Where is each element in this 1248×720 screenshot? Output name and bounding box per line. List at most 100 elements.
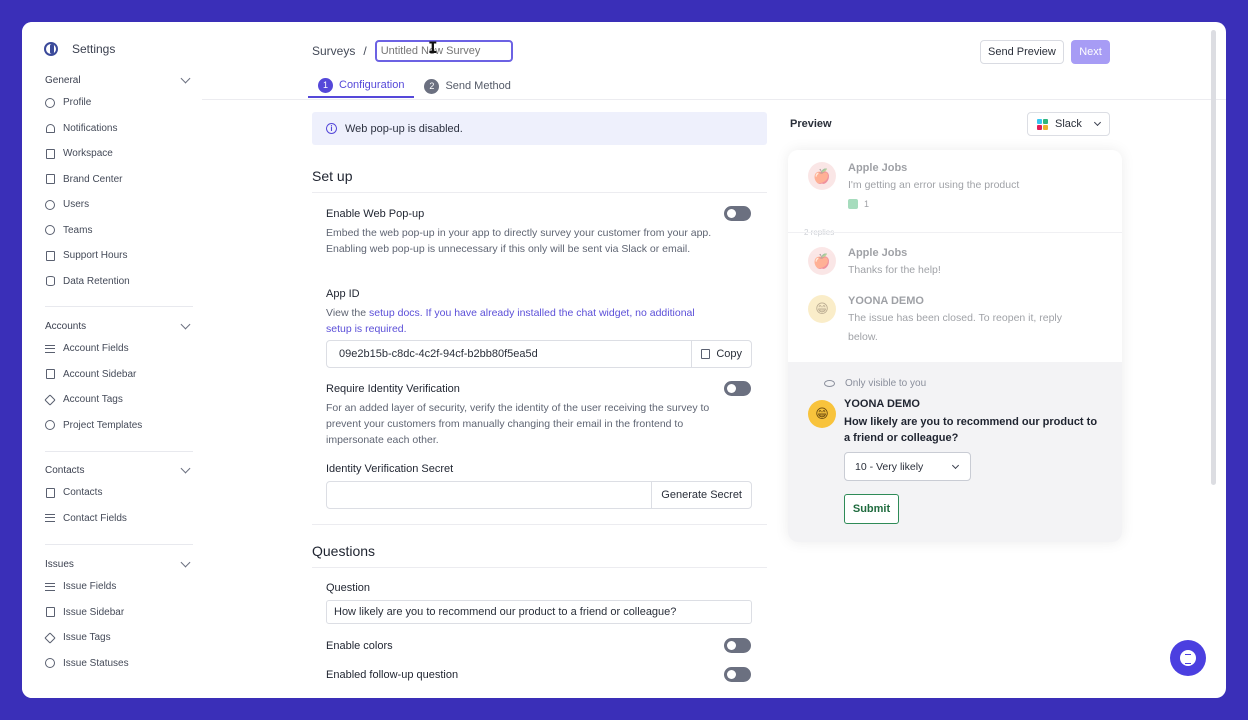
database-icon (45, 276, 55, 287)
sidebar-item-brand-center[interactable]: Brand Center (45, 167, 195, 193)
preview-message: 🍎 Apple Jobs I'm getting an error using … (808, 162, 1078, 214)
chevron-down-icon (180, 73, 191, 83)
survey-title-input[interactable] (374, 40, 513, 62)
settings-sidebar: Settings General Profile Notifications W… (22, 22, 202, 698)
sidebar-divider (45, 306, 193, 307)
sidebar-item-profile[interactable]: Profile (45, 90, 195, 116)
enable-colors-toggle[interactable] (724, 638, 751, 653)
sidebar-item-notifications[interactable]: Notifications (45, 116, 195, 142)
breadcrumb-surveys-link[interactable]: Surveys (312, 44, 355, 58)
sidebar-item-contact-fields[interactable]: Contact Fields (45, 506, 195, 532)
slack-icon (1037, 118, 1048, 130)
send-preview-button[interactable]: Send Preview (980, 40, 1064, 64)
sidebar-item-support-hours[interactable]: Support Hours (45, 243, 195, 269)
sidebar-layout-icon (45, 607, 55, 618)
sidebar-item-issue-tags[interactable]: Issue Tags (44, 625, 195, 651)
section-title: Issues (45, 558, 74, 570)
section-title: Accounts (45, 320, 87, 332)
sidebar-item-teams[interactable]: Teams (45, 218, 195, 244)
message-author: YOONA DEMO (848, 295, 924, 307)
sidebar-item-workspace[interactable]: Workspace (45, 141, 195, 167)
list-icon (45, 514, 55, 523)
copy-button[interactable]: Copy (691, 341, 751, 367)
tab-configuration[interactable]: 1 Configuration (308, 74, 415, 98)
reaction-icon (848, 199, 858, 209)
sidebar-item-account-sidebar[interactable]: Account Sidebar (45, 362, 195, 388)
sidebar-item-contacts[interactable]: Contacts (45, 480, 195, 506)
scrollbar[interactable] (1211, 30, 1216, 485)
sidebar-title: Settings (72, 42, 116, 56)
check-badge-icon (45, 420, 55, 431)
sidebar-item-account-tags[interactable]: Account Tags (44, 387, 195, 413)
preview-message: 😁 YOONA DEMO The issue has been closed. … (808, 295, 1078, 347)
chevron-down-icon (180, 319, 191, 329)
section-toggle-contacts[interactable]: Contacts (45, 462, 195, 478)
workspace-icon (45, 148, 55, 159)
rating-select[interactable]: 10 - Very likely (844, 452, 971, 481)
users-icon (45, 225, 55, 236)
generate-secret-button[interactable]: Generate Secret (651, 482, 751, 508)
thread-divider (788, 232, 1122, 233)
tab-label: Configuration (339, 79, 405, 91)
tab-send-method[interactable]: 2 Send Method (414, 74, 520, 98)
followup-toggle[interactable] (724, 667, 751, 682)
message-text: Thanks for the help! (848, 264, 941, 276)
survey-message: Only visible to you 😁 YOONA DEMO How lik… (788, 362, 1122, 542)
sidebar-item-data-retention[interactable]: Data Retention (45, 269, 195, 295)
chevron-down-icon (951, 461, 960, 469)
app-id-value[interactable]: 09e2b15b-c8dc-4c2f-94cf-b2bb80f5ea5d (327, 341, 691, 367)
list-icon (45, 582, 55, 591)
bot-name: YOONA DEMO (844, 398, 920, 410)
preview-message: 🍎 Apple Jobs Thanks for the help! (808, 247, 1078, 280)
bell-icon (45, 123, 55, 133)
message-text: I'm getting an error using the product (848, 179, 1020, 191)
copy-icon (701, 349, 711, 359)
paint-roller-icon (45, 174, 55, 185)
question-input[interactable]: How likely are you to recommend our prod… (326, 600, 752, 624)
sidebar-item-issue-sidebar[interactable]: Issue Sidebar (45, 600, 195, 626)
sidebar-item-issue-statuses[interactable]: Issue Statuses (45, 651, 195, 677)
channel-select[interactable]: Slack (1027, 112, 1110, 136)
contact-card-icon (45, 487, 55, 498)
next-button[interactable]: Next (1071, 40, 1110, 64)
status-icon (45, 658, 55, 669)
sidebar-item-users[interactable]: Users (45, 192, 195, 218)
submit-button[interactable]: Submit (844, 494, 899, 524)
setup-docs-link[interactable]: setup docs. If you have already installe… (326, 307, 695, 335)
sidebar-divider (45, 451, 193, 452)
message-text: The issue has been closed. To reopen it,… (848, 312, 1063, 343)
sidebar-item-account-fields[interactable]: Account Fields (45, 336, 195, 362)
app-window: Settings General Profile Notifications W… (22, 22, 1226, 698)
grinning-face-icon: 😁 (808, 295, 836, 323)
section-toggle-accounts[interactable]: Accounts (45, 318, 195, 334)
chevron-down-icon (1093, 118, 1101, 127)
sidebar-section-general: General Profile Notifications Workspace … (45, 72, 195, 294)
section-toggle-issues[interactable]: Issues (45, 556, 195, 572)
banner-text: Web pop-up is disabled. (345, 122, 463, 135)
breadcrumb-separator: / (363, 44, 367, 58)
reaction-badge: 1 (848, 199, 869, 209)
app-id-desc: View the setup docs. If you have already… (326, 307, 695, 335)
header-divider (202, 99, 1226, 100)
secret-input[interactable] (327, 482, 651, 508)
survey-question-text: How likely are you to recommend our prod… (844, 416, 1098, 444)
sidebar-header: Settings (44, 42, 115, 56)
sidebar-item-project-templates[interactable]: Project Templates (45, 413, 195, 439)
section-toggle-general[interactable]: General (45, 72, 195, 88)
enable-colors-label: Enable colors (326, 640, 393, 652)
sidebar-section-issues: Issues Issue Fields Issue Sidebar Issue … (44, 556, 195, 677)
sidebar-divider (45, 544, 193, 545)
message-author: Apple Jobs (848, 247, 908, 259)
sidebar-section-contacts: Contacts Contacts Contact Fields (45, 462, 195, 531)
identity-verification-toggle[interactable] (724, 381, 751, 396)
preview-label: Preview (790, 118, 832, 130)
grinning-face-icon: 😁 (808, 400, 836, 428)
apple-avatar: 🍎 (808, 247, 836, 275)
enable-web-popup-toggle[interactable] (724, 206, 751, 221)
sidebar-section-accounts: Accounts Account Fields Account Sidebar … (44, 318, 195, 439)
sidebar-item-issue-fields[interactable]: Issue Fields (45, 574, 195, 600)
questions-heading: Questions (312, 543, 376, 559)
tag-icon (44, 394, 56, 406)
step-number: 2 (424, 78, 440, 94)
chat-widget-button[interactable] (1170, 640, 1206, 676)
